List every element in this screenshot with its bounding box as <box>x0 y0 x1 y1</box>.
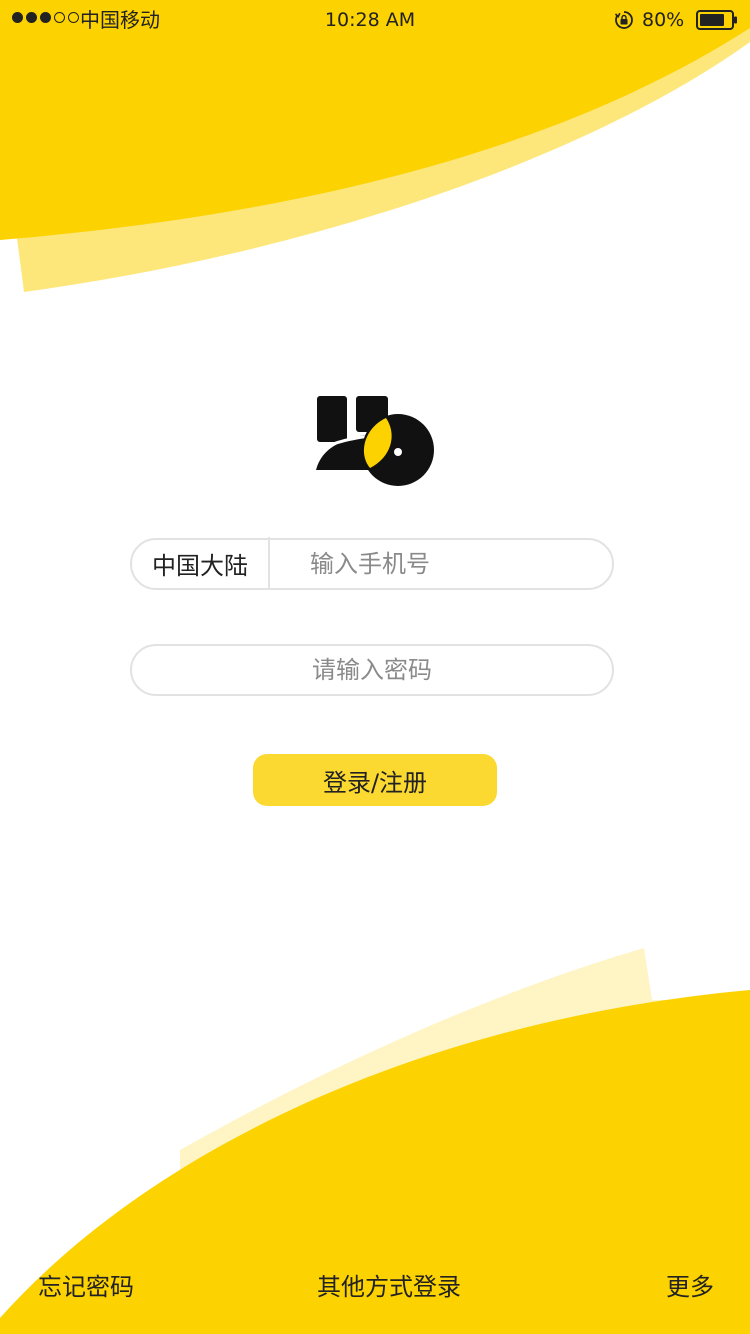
battery-percent: 80% <box>642 9 685 31</box>
app-logo <box>315 396 434 486</box>
region-selector[interactable]: 中国大陆 <box>132 537 270 589</box>
status-bar: 中国移动 10:28 AM 80% <box>0 0 750 40</box>
password-input[interactable] <box>130 644 614 696</box>
phone-input-group: 中国大陆 <box>130 537 614 590</box>
battery-icon <box>696 10 737 30</box>
login-register-button[interactable]: 登录/注册 <box>253 754 497 806</box>
more-link[interactable]: 更多 <box>666 1272 714 1302</box>
phone-input[interactable] <box>270 539 612 589</box>
login-screen: 中国移动 10:28 AM 80% 中国大陆 输入手机号 登录/注册 忘记密码 … <box>0 0 750 1334</box>
battery-fill <box>700 14 724 26</box>
rotation-lock-icon <box>614 11 633 29</box>
other-login-methods-link[interactable]: 其他方式登录 <box>0 1272 750 1302</box>
